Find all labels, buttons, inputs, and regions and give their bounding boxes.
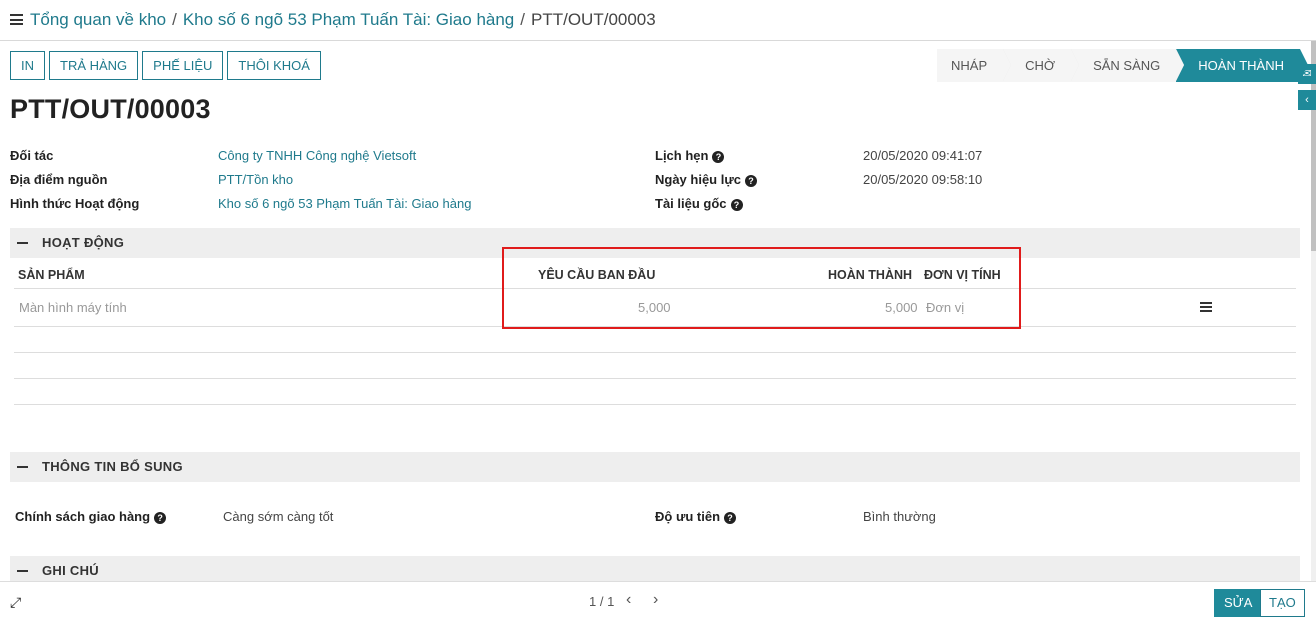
action-button-row: IN TRẢ HÀNG PHẾ LIỆU THÔI KHOÁ	[10, 51, 321, 80]
source-location-value[interactable]: PTT/Tồn kho	[218, 172, 293, 187]
shipping-policy-label-text: Chính sách giao hàng	[15, 509, 151, 524]
expand-icon[interactable]: ⤢	[10, 594, 21, 611]
stage-done[interactable]: HOÀN THÀNH	[1176, 49, 1308, 82]
operation-type-label: Hình thức Hoạt động	[10, 196, 140, 211]
partner-value[interactable]: Công ty TNHH Công nghệ Vietsoft	[218, 148, 416, 163]
top-navbar: Tổng quan về kho / Kho số 6 ngõ 53 Phạm Tu…	[0, 0, 1316, 41]
effective-date-value: 20/05/2020 09:58:10	[863, 172, 983, 187]
source-document-label-text: Tài liệu gốc	[655, 196, 727, 211]
stage-draft[interactable]: NHÁP	[937, 49, 1012, 82]
status-bar: NHÁP CHỜ SẴN SÀNG HOÀN THÀNH	[937, 49, 1308, 82]
footer-bar: ⤢ 1 / 1 ‹ › SỬA TẠO	[0, 581, 1316, 620]
help-icon[interactable]: ?	[712, 151, 725, 163]
effective-date-label-text: Ngày hiệu lực	[655, 172, 741, 187]
operation-type-value[interactable]: Kho số 6 ngõ 53 Phạm Tuấn Tài: Giao hàng	[218, 196, 471, 211]
return-button[interactable]: TRẢ HÀNG	[49, 51, 139, 80]
row-divider	[14, 404, 1296, 405]
effective-date-label: Ngày hiệu lực?	[655, 172, 757, 187]
highlight-annotation-box	[502, 247, 1021, 329]
pager-value[interactable]: 1 / 1	[589, 594, 614, 609]
edit-button[interactable]: SỬA	[1214, 589, 1263, 617]
scheduled-date-label: Lịch hẹn?	[655, 148, 725, 163]
breadcrumb-separator: /	[172, 10, 177, 29]
collapse-dash-icon	[17, 570, 28, 572]
chevron-right-icon[interactable]: ›	[653, 591, 658, 609]
breadcrumb-item-delivery[interactable]: Kho số 6 ngõ 53 Phạm Tuấn Tài: Giao hàng	[183, 10, 514, 29]
scrollbar[interactable]	[1311, 41, 1316, 581]
breadcrumb: Tổng quan về kho / Kho số 6 ngõ 53 Phạm Tu…	[30, 10, 656, 30]
additional-info-section-title: THÔNG TIN BỔ SUNG	[42, 459, 183, 474]
stage-ready[interactable]: SẴN SÀNG	[1071, 49, 1185, 82]
scheduled-date-label-text: Lịch hẹn	[655, 148, 709, 163]
breadcrumb-item-inventory-overview[interactable]: Tổng quan về kho	[30, 10, 166, 29]
list-detail-icon[interactable]	[1200, 302, 1212, 312]
create-button[interactable]: TẠO	[1260, 589, 1305, 617]
help-icon[interactable]: ?	[724, 512, 737, 524]
hamburger-icon[interactable]	[10, 14, 23, 25]
breadcrumb-separator: /	[520, 10, 525, 29]
source-document-label: Tài liệu gốc?	[655, 196, 743, 211]
help-icon[interactable]: ?	[730, 199, 743, 211]
priority-label: Độ ưu tiên?	[655, 509, 737, 524]
collapse-dash-icon	[17, 466, 28, 468]
operations-section-title: HOẠT ĐỘNG	[42, 235, 125, 250]
priority-label-text: Độ ưu tiên	[655, 509, 721, 524]
collapse-dash-icon	[17, 242, 28, 244]
unlock-button[interactable]: THÔI KHOÁ	[227, 51, 321, 80]
shipping-policy-label: Chính sách giao hàng?	[15, 509, 167, 524]
stage-waiting[interactable]: CHỜ	[1003, 49, 1080, 82]
additional-info-section-header[interactable]: THÔNG TIN BỔ SUNG	[10, 452, 1300, 482]
collapse-arrow-icon[interactable]: ‹	[1298, 90, 1316, 110]
row-divider	[14, 378, 1296, 379]
chevron-left-icon[interactable]: ‹	[626, 591, 631, 609]
scheduled-date-value: 20/05/2020 09:41:07	[863, 148, 983, 163]
record-title: PTT/OUT/00003	[10, 94, 211, 124]
help-icon[interactable]: ?	[745, 175, 757, 187]
print-button[interactable]: IN	[10, 51, 45, 80]
breadcrumb-current: PTT/OUT/00003	[531, 10, 656, 29]
scrap-button[interactable]: PHẾ LIỆU	[142, 51, 224, 80]
partner-label: Đối tác	[10, 148, 54, 163]
shipping-policy-value: Càng sớm càng tốt	[223, 509, 334, 524]
row-divider	[14, 352, 1296, 353]
notes-section-title: GHI CHÚ	[42, 563, 99, 578]
help-icon[interactable]: ?	[154, 512, 167, 524]
column-product[interactable]: SẢN PHẨM	[18, 268, 85, 282]
priority-value: Bình thường	[863, 509, 936, 524]
product-cell: Màn hình máy tính	[19, 300, 127, 315]
source-location-label: Địa điểm nguồn	[10, 172, 108, 187]
